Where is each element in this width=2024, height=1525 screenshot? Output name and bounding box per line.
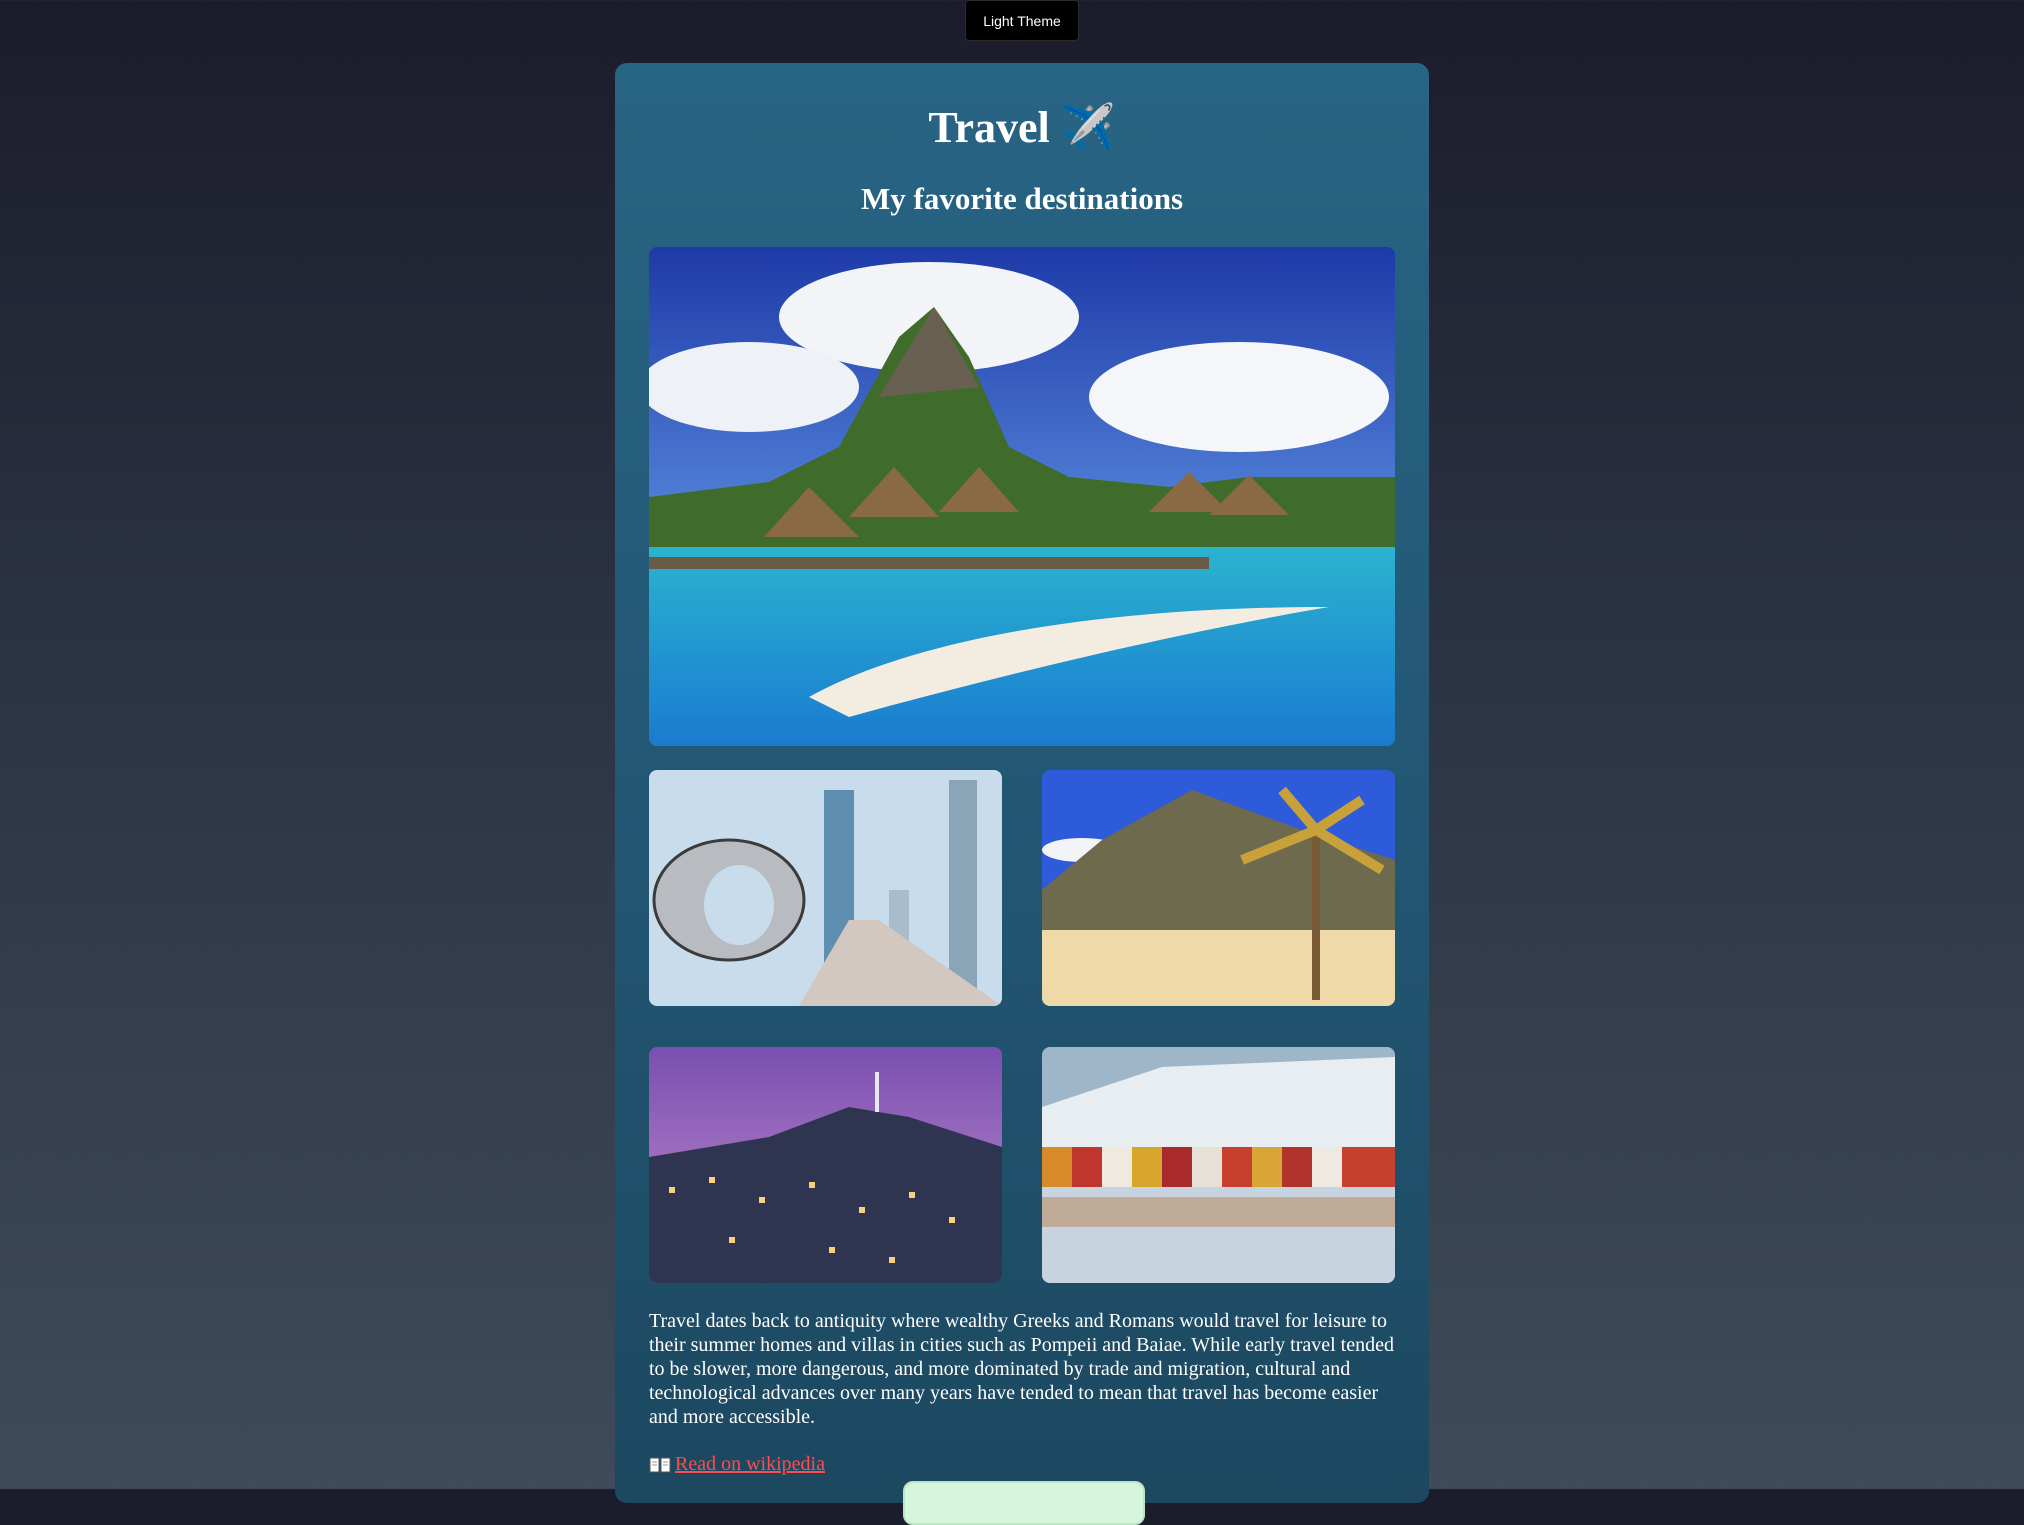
image-city-night xyxy=(649,1047,1002,1283)
image-harbor-town xyxy=(1042,1047,1395,1283)
image-dubai xyxy=(649,770,1002,1006)
page-title: Travel ✈️ xyxy=(615,101,1429,153)
hero-image-island xyxy=(649,247,1395,746)
book-icon xyxy=(649,1456,671,1474)
airplane-icon: ✈️ xyxy=(1060,103,1116,152)
image-beach xyxy=(1042,770,1395,1006)
wikipedia-link[interactable]: Read on wikipedia xyxy=(649,1453,825,1476)
bottom-button[interactable] xyxy=(903,1481,1145,1525)
page-subtitle: My favorite destinations xyxy=(860,181,1184,216)
wikipedia-link-label: Read on wikipedia xyxy=(675,1453,825,1475)
title-text: Travel xyxy=(928,103,1050,152)
theme-toggle-button[interactable]: Light Theme xyxy=(965,0,1079,41)
description-text: Travel dates back to antiquity where wea… xyxy=(649,1310,1394,1428)
travel-card: Travel ✈️ My favorite destinations Trave… xyxy=(615,63,1429,1525)
